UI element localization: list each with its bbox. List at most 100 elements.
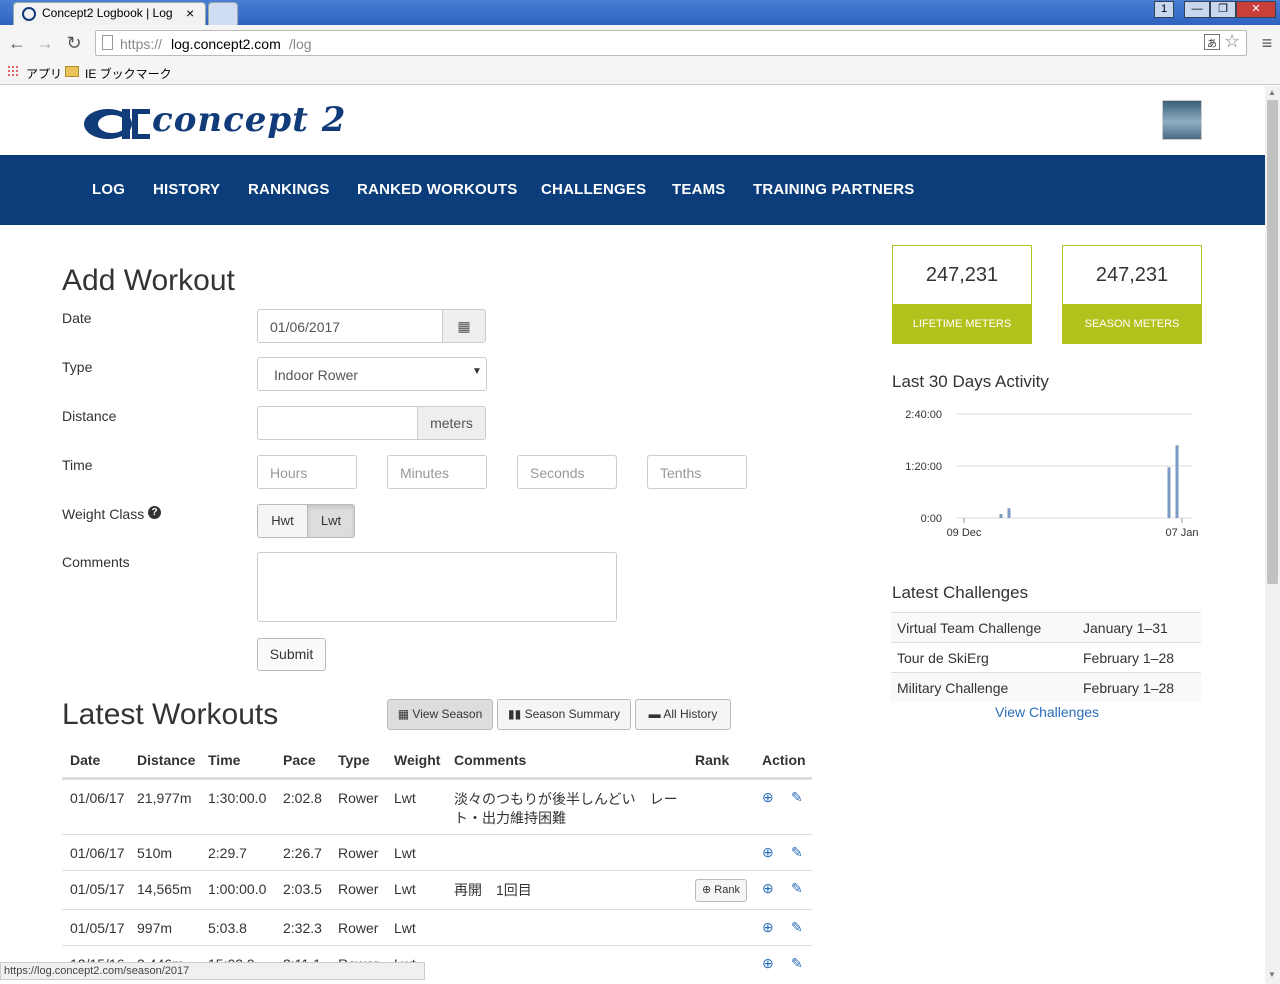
challenge-row[interactable]: Virtual Team Challenge January 1–31 xyxy=(891,612,1201,642)
browser-tab[interactable]: Concept2 Logbook | Log × xyxy=(13,2,206,25)
all-history-button[interactable]: ▬ All History xyxy=(635,699,731,730)
nav-challenges[interactable]: CHALLENGES xyxy=(541,181,646,198)
col-type: Type xyxy=(338,752,370,768)
pencil-icon[interactable]: ✎ xyxy=(791,844,803,861)
calendar-icon[interactable]: ▦ xyxy=(442,309,486,343)
bookmark-star-icon[interactable]: ☆ xyxy=(1224,31,1240,52)
table-row[interactable]: 01/05/17 14,565m 1:00:00.0 2:03.5 Rower … xyxy=(62,870,812,909)
col-distance: Distance xyxy=(137,752,196,768)
view-season-label: View Season xyxy=(412,707,483,721)
concept2-logo[interactable]: concept 2 xyxy=(82,100,377,142)
zoom-in-icon[interactable]: ⊕ xyxy=(762,844,774,861)
season-meters-label: SEASON METERS xyxy=(1063,304,1201,344)
translate-icon[interactable]: あ xyxy=(1204,34,1220,50)
table-row[interactable]: 01/06/17 21,977m 1:30:00.0 2:02.8 Rower … xyxy=(62,779,812,834)
window-badge[interactable]: 1 xyxy=(1154,1,1174,18)
restore-icon[interactable]: ❐ xyxy=(1210,1,1236,18)
submit-button[interactable]: Submit xyxy=(257,638,326,671)
chart-bar xyxy=(1007,508,1011,518)
challenge-name: Military Challenge xyxy=(897,680,1009,696)
challenges-title: Latest Challenges xyxy=(892,583,1029,602)
scroll-down-icon[interactable]: ▼ xyxy=(1268,970,1276,979)
bookmark-ie-folder[interactable]: IE ブックマーク xyxy=(85,65,172,82)
url-bar[interactable]: https:// log.concept2.com /log あ ☆ xyxy=(95,30,1247,56)
plus-circle-icon: ⊕ xyxy=(702,884,712,896)
col-rank: Rank xyxy=(695,752,730,768)
help-icon[interactable]: ? xyxy=(148,506,161,519)
type-value: Indoor Rower xyxy=(274,367,359,383)
comments-label: Comments xyxy=(62,554,130,570)
page-icon xyxy=(102,35,113,50)
nav-teams[interactable]: TEAMS xyxy=(672,181,726,198)
row-comments: 淡々のつもりが後半しんどい レート・出力維持困難 xyxy=(454,791,678,826)
avatar[interactable] xyxy=(1162,100,1202,140)
nav-log[interactable]: LOG xyxy=(92,181,125,198)
activity-chart: 0:00 1:20:00 2:40:00 09 Dec 07 Jan xyxy=(905,409,1198,539)
row-pace: 2:26.7 xyxy=(283,845,322,861)
col-time: Time xyxy=(208,752,241,768)
row-weight: Lwt xyxy=(394,920,416,936)
distance-input[interactable] xyxy=(257,406,419,440)
row-distance: 14,565m xyxy=(137,881,192,897)
challenge-row[interactable]: Tour de SkiErg February 1–28 xyxy=(891,642,1201,672)
nav-training-partners[interactable]: TRAINING PARTNERS xyxy=(753,181,914,198)
nav-history[interactable]: HISTORY xyxy=(153,181,220,198)
minutes-input[interactable]: Minutes xyxy=(387,455,487,489)
scroll-up-icon[interactable]: ▲ xyxy=(1268,88,1276,97)
seconds-input[interactable]: Seconds xyxy=(517,455,617,489)
type-select[interactable]: Indoor Rower ▼ xyxy=(257,357,487,391)
weight-lwt-button[interactable]: Lwt xyxy=(307,504,355,538)
bookmark-apps[interactable]: アプリ xyxy=(26,65,62,82)
activity-title: Last 30 Days Activity xyxy=(892,372,1049,391)
row-weight: Lwt xyxy=(394,790,416,806)
hours-placeholder: Hours xyxy=(270,465,308,481)
back-icon[interactable]: ← xyxy=(6,32,28,54)
chart-bar xyxy=(1175,445,1179,518)
forward-icon[interactable]: → xyxy=(34,32,56,54)
reload-icon[interactable]: ↻ xyxy=(63,32,85,54)
pencil-icon[interactable]: ✎ xyxy=(791,880,803,897)
pencil-icon[interactable]: ✎ xyxy=(791,955,803,972)
weight-hwt-button[interactable]: Hwt xyxy=(257,504,308,538)
rank-label: Rank xyxy=(714,884,740,896)
rank-button[interactable]: ⊕ Rank xyxy=(695,879,747,902)
archive-icon: ▬ xyxy=(648,707,664,721)
hours-input[interactable]: Hours xyxy=(257,455,357,489)
row-type: Rower xyxy=(338,845,379,861)
scrollbar-thumb[interactable] xyxy=(1267,100,1278,584)
menu-icon[interactable]: ≡ xyxy=(1256,32,1278,54)
row-time: 1:30:00.0 xyxy=(208,790,267,806)
challenge-row[interactable]: Military Challenge February 1–28 xyxy=(891,672,1201,702)
view-challenges-link[interactable]: View Challenges xyxy=(995,704,1099,720)
url-path: /log xyxy=(289,36,312,52)
table-row[interactable]: 01/05/17 997m 5:03.8 2:32.3 Rower Lwt ⊕ … xyxy=(62,909,812,945)
row-weight: Lwt xyxy=(394,881,416,897)
tenths-input[interactable]: Tenths xyxy=(647,455,747,489)
table-row[interactable]: 01/06/17 510m 2:29.7 2:26.7 Rower Lwt ⊕ … xyxy=(62,834,812,870)
comments-textarea[interactable] xyxy=(257,552,617,622)
date-input[interactable]: 01/06/2017 xyxy=(257,309,444,343)
chart-bar xyxy=(1167,467,1171,518)
apps-icon[interactable] xyxy=(7,65,20,78)
view-season-button[interactable]: ▦ View Season xyxy=(387,699,493,730)
tab-close-icon[interactable]: × xyxy=(186,3,194,24)
zoom-in-icon[interactable]: ⊕ xyxy=(762,880,774,897)
new-tab-button[interactable] xyxy=(208,2,238,25)
window-close-icon[interactable]: ✕ xyxy=(1236,1,1276,18)
lifetime-meters-card: 247,231 LIFETIME METERS xyxy=(892,245,1032,344)
col-action: Action xyxy=(762,752,806,768)
bar-chart-icon: ▮▮ xyxy=(508,707,525,721)
distance-unit: meters xyxy=(417,406,486,440)
nav-rankings[interactable]: RANKINGS xyxy=(248,181,330,198)
pencil-icon[interactable]: ✎ xyxy=(791,919,803,936)
zoom-in-icon[interactable]: ⊕ xyxy=(762,955,774,972)
season-summary-button[interactable]: ▮▮ Season Summary xyxy=(497,699,631,730)
minimize-icon[interactable]: — xyxy=(1184,1,1210,18)
zoom-in-icon[interactable]: ⊕ xyxy=(762,919,774,936)
chart-bar xyxy=(999,514,1003,518)
pencil-icon[interactable]: ✎ xyxy=(791,789,803,806)
nav-ranked-workouts[interactable]: RANKED WORKOUTS xyxy=(357,181,518,198)
row-date: 01/05/17 xyxy=(70,920,125,936)
zoom-in-icon[interactable]: ⊕ xyxy=(762,789,774,806)
row-date: 01/06/17 xyxy=(70,845,125,861)
